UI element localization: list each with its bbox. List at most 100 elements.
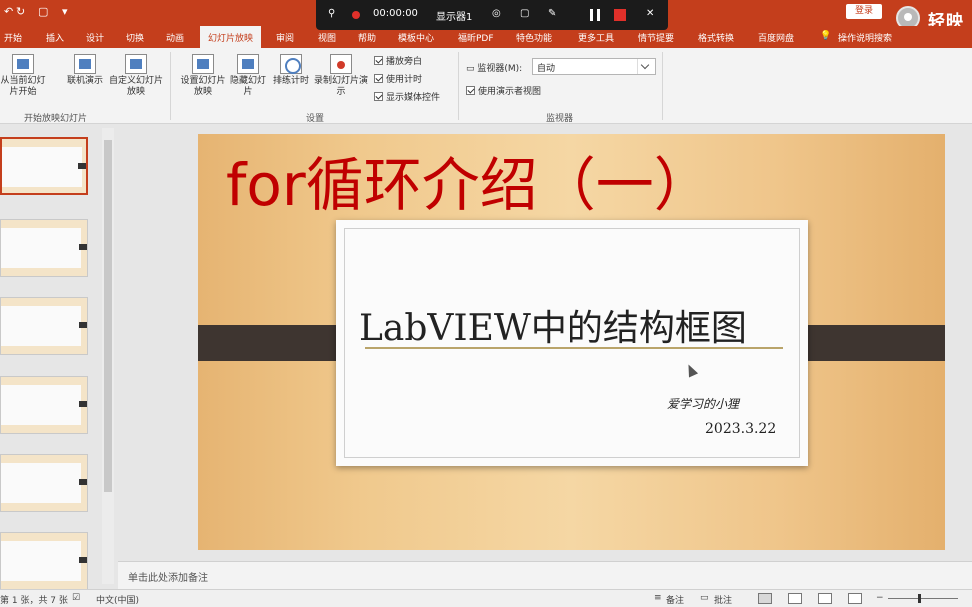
group-label-setup: 设置 <box>306 114 325 124</box>
zoom-out-icon[interactable]: − <box>876 593 884 603</box>
stop-icon[interactable] <box>614 9 626 21</box>
spellcheck-icon[interactable]: ☑ <box>72 593 80 603</box>
monitor-label: ▭ 监视器(M): <box>466 64 523 74</box>
setup-icon <box>192 54 214 74</box>
pen-icon[interactable]: ✎ <box>548 8 556 19</box>
tab-baidu-netdisk[interactable]: 百度网盘 <box>758 31 794 44</box>
ribbon-body: 从当前幻灯片开始 联机演示 自定义幻灯片放映 开始放映幻灯片 设置幻灯片放映 隐… <box>0 48 972 124</box>
customize-quick-access-icon[interactable]: ▾ <box>62 5 68 18</box>
group-label-monitors: 监视器 <box>546 114 574 124</box>
slide-thumbnail-6[interactable] <box>0 532 88 590</box>
pin-icon[interactable]: ⚲ <box>328 8 335 19</box>
stopwatch-icon <box>280 54 302 74</box>
tab-foxit-pdf[interactable]: 福昕PDF <box>458 31 494 44</box>
record-indicator-icon <box>352 11 360 19</box>
slide-thumbnail-pane <box>0 125 118 590</box>
chevron-down-icon <box>637 59 653 74</box>
tab-format-convert[interactable]: 格式转换 <box>698 31 734 44</box>
slide-thumbnail-4[interactable] <box>0 376 88 434</box>
from-current-slide-button[interactable]: 从当前幻灯片开始 <box>0 54 46 98</box>
close-icon[interactable]: ✕ <box>646 8 654 19</box>
zoom-slider-knob[interactable] <box>918 594 921 603</box>
show-media-controls-checkbox[interactable]: 显示媒体控件 <box>374 90 440 103</box>
custom-slideshow-button[interactable]: 自定义幻灯片放映 <box>106 54 166 98</box>
display-selector[interactable]: 显示器1 <box>436 8 472 23</box>
checkbox-checked-icon <box>374 74 383 83</box>
normal-view-icon[interactable] <box>758 593 772 604</box>
notes-toggle-button[interactable]: 备注 <box>666 593 684 606</box>
tab-review[interactable]: 审阅 <box>276 31 294 44</box>
status-bar: 第 1 张，共 7 张 ☑ 中文(中国) ≡ 备注 ▭ 批注 − <box>0 589 972 607</box>
scrollbar-thumb[interactable] <box>104 140 112 492</box>
tab-design[interactable]: 设计 <box>86 31 104 44</box>
record-timer: 00:00:00 <box>373 8 418 19</box>
group-separator <box>662 52 663 120</box>
group-label-start: 开始放映幻灯片 <box>24 114 88 124</box>
checkbox-checked-icon <box>466 86 475 95</box>
slide-thumbnail-5[interactable] <box>0 454 88 512</box>
tab-more-tools[interactable]: 更多工具 <box>578 31 614 44</box>
slide-thumbnail-2[interactable] <box>0 219 88 277</box>
setup-slideshow-button[interactable]: 设置幻灯片放映 <box>178 54 228 98</box>
autosave-icon[interactable]: ↶ <box>4 5 13 18</box>
tab-view[interactable]: 视图 <box>318 31 336 44</box>
camera-icon[interactable]: ◎ <box>492 8 501 19</box>
presenter-view-checkbox[interactable]: 使用演示者视图 <box>466 84 541 97</box>
card-date[interactable]: 2023.3.22 <box>705 421 776 437</box>
presentation-icon[interactable]: ▢ <box>38 5 48 18</box>
slide-editor: for循环介绍（一） LabVIEW中的结构框图 爱学习的小狸 2023.3.2… <box>118 125 972 561</box>
checkbox-checked-icon <box>374 92 383 101</box>
zoom-slider[interactable] <box>888 598 958 599</box>
language-indicator[interactable]: 中文(中国) <box>96 593 139 606</box>
card-divider <box>365 347 783 349</box>
slide-thumbnail-1[interactable] <box>0 137 88 195</box>
notes-icon: ≡ <box>654 593 662 603</box>
tab-template-center[interactable]: 模板中心 <box>398 31 434 44</box>
crop-icon[interactable]: ▢ <box>520 8 529 19</box>
tab-help[interactable]: 帮助 <box>358 31 376 44</box>
globe-icon <box>74 54 96 74</box>
tab-animations[interactable]: 动画 <box>166 31 184 44</box>
reading-view-icon[interactable] <box>818 593 832 604</box>
slide-sorter-view-icon[interactable] <box>788 593 802 604</box>
current-slide[interactable]: for循环介绍（一） LabVIEW中的结构框图 爱学习的小狸 2023.3.2… <box>198 134 945 550</box>
tab-home[interactable]: 开始 <box>4 31 22 44</box>
record-icon <box>330 54 352 74</box>
monitor-icon: ▭ <box>466 64 478 74</box>
title-card[interactable]: LabVIEW中的结构框图 爱学习的小狸 2023.3.22 <box>336 220 808 466</box>
comments-toggle-button[interactable]: 批注 <box>714 593 732 606</box>
decorative-band-left <box>198 325 348 361</box>
slideshow-current-icon <box>12 54 34 74</box>
login-button[interactable]: 登录 <box>846 4 882 19</box>
notes-pane[interactable]: 单击此处添加备注 <box>118 561 972 589</box>
tab-featured[interactable]: 特色功能 <box>516 31 552 44</box>
card-title[interactable]: LabVIEW中的结构框图 <box>359 299 747 351</box>
slide-title[interactable]: for循环介绍（一） <box>226 138 712 222</box>
tab-insert[interactable]: 插入 <box>46 31 64 44</box>
tab-storyboard[interactable]: 情节提要 <box>638 31 674 44</box>
group-separator <box>458 52 459 120</box>
monitor-dropdown[interactable]: 自动 <box>532 58 656 75</box>
use-timings-checkbox[interactable]: 使用计时 <box>374 72 422 85</box>
slide-thumbnail-3[interactable] <box>0 297 88 355</box>
notes-placeholder: 单击此处添加备注 <box>128 573 208 584</box>
thumbnail-scrollbar[interactable] <box>102 128 114 584</box>
tab-slide-show[interactable]: 幻灯片放映 <box>200 26 262 48</box>
slide-counter: 第 1 张，共 7 张 <box>0 596 68 606</box>
comments-icon: ▭ <box>700 593 709 603</box>
tab-transitions[interactable]: 切换 <box>126 31 144 44</box>
card-author[interactable]: 爱学习的小狸 <box>667 395 739 412</box>
play-narrations-checkbox[interactable]: 播放旁白 <box>374 54 422 67</box>
group-separator <box>170 52 171 120</box>
hide-slide-button[interactable]: 隐藏幻灯片 <box>230 54 266 98</box>
custom-show-icon <box>125 54 147 74</box>
tell-me-search[interactable]: 操作说明搜索 <box>838 31 892 44</box>
slideshow-view-icon[interactable] <box>848 593 862 604</box>
redo-icon[interactable]: ↻ <box>16 5 25 18</box>
lightbulb-icon: 💡 <box>820 31 832 41</box>
online-present-button[interactable]: 联机演示 <box>62 54 108 87</box>
rehearse-timings-button[interactable]: 排练计时 <box>270 54 312 87</box>
record-slideshow-button[interactable]: 录制幻灯片演示 <box>314 54 368 98</box>
pause-icon[interactable] <box>590 9 600 21</box>
screen-recorder-toolbar: ⚲ 00:00:00 显示器1 ◎ ▢ ✎ ✕ <box>316 0 668 30</box>
